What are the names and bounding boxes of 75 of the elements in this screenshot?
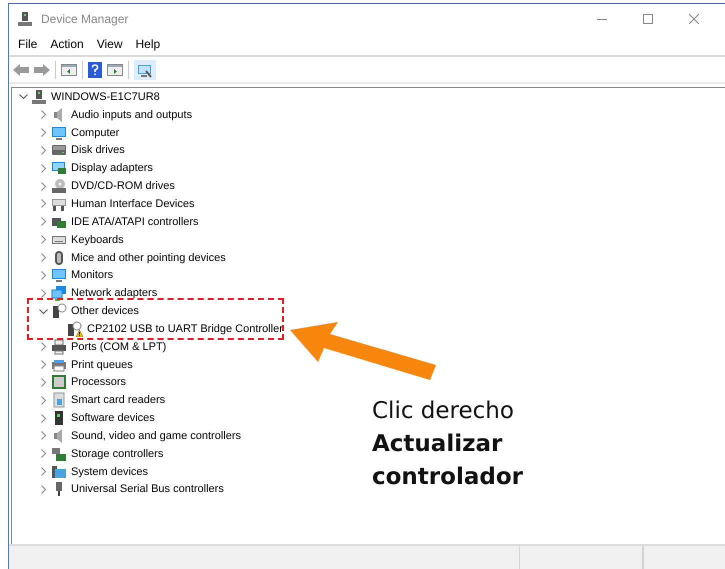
expand-chevron-icon[interactable] xyxy=(38,449,48,458)
forward-arrow-icon[interactable] xyxy=(34,62,50,76)
tree-item[interactable]: Keyboards xyxy=(71,234,124,246)
tree-item[interactable]: Network adapters xyxy=(71,287,158,300)
tree-item[interactable]: Disk drives xyxy=(71,144,125,156)
monitor-icon xyxy=(51,124,67,141)
tree-item[interactable]: Monitors xyxy=(71,269,114,282)
collapse-chevron-icon[interactable] xyxy=(38,306,48,316)
expand-chevron-icon[interactable] xyxy=(38,270,48,280)
console-tree-icon[interactable] xyxy=(61,62,77,76)
tree-item[interactable]: Sound, video and game controllers xyxy=(71,430,241,442)
expand-chevron-icon[interactable] xyxy=(38,342,48,352)
tree-item[interactable]: WINDOWS-E1C7UR8 xyxy=(51,90,160,103)
annotation-text: Clic derecho xyxy=(372,397,515,426)
help-icon[interactable] xyxy=(88,62,102,78)
menu-item[interactable]: File xyxy=(12,37,44,51)
tree-item[interactable]: DVD/CD-ROM drives xyxy=(71,180,175,192)
expand-chevron-icon[interactable] xyxy=(38,235,48,244)
tree-item[interactable]: Ports (COM & LPT) xyxy=(71,340,166,353)
menu-item[interactable]: View xyxy=(90,37,130,51)
expand-chevron-icon[interactable] xyxy=(38,360,48,370)
expand-chevron-icon[interactable] xyxy=(38,146,48,155)
expand-chevron-icon[interactable] xyxy=(38,217,48,226)
expand-chevron-icon[interactable] xyxy=(38,199,48,208)
expand-chevron-icon[interactable] xyxy=(38,128,48,138)
monitor-icon xyxy=(51,267,67,284)
tree-item[interactable]: Display adapters xyxy=(71,162,153,174)
collapse-chevron-icon[interactable] xyxy=(18,92,28,102)
tree-item[interactable]: Processors xyxy=(71,376,126,388)
close-icon[interactable] xyxy=(689,14,699,24)
annotation-text: controlador xyxy=(372,463,523,492)
expand-chevron-icon[interactable] xyxy=(38,182,48,191)
expand-chevron-icon[interactable] xyxy=(38,253,48,262)
folder-icon xyxy=(51,464,67,480)
tree-item[interactable]: IDE ATA/ATAPI controllers xyxy=(71,216,199,228)
tree-item[interactable]: CP2102 USB to UART Bridge Controller xyxy=(87,322,283,335)
menu-item[interactable]: Help xyxy=(130,37,168,51)
tree-item[interactable]: System devices xyxy=(71,466,148,478)
expand-chevron-icon[interactable] xyxy=(38,467,48,476)
tree-item[interactable]: Software devices xyxy=(71,412,155,424)
expand-chevron-icon[interactable] xyxy=(38,110,48,120)
tree-item[interactable]: Mice and other pointing devices xyxy=(71,252,226,264)
unknown-device-icon xyxy=(51,303,67,320)
printer-icon xyxy=(51,338,67,355)
chip-icon xyxy=(51,374,67,390)
tree-item[interactable]: Smart card readers xyxy=(71,394,166,406)
tree-item[interactable]: Audio inputs and outputs xyxy=(71,108,192,121)
tree-item[interactable]: Human Interface Devices xyxy=(71,198,194,210)
back-arrow-icon[interactable] xyxy=(13,62,29,76)
tree-item[interactable]: Storage controllers xyxy=(71,448,164,460)
computer-tower-icon xyxy=(31,88,47,105)
warning-device-icon xyxy=(67,320,83,337)
tree-item[interactable]: Computer xyxy=(71,126,120,139)
tree-item[interactable]: Other devices xyxy=(71,305,139,318)
tree-item[interactable]: Universal Serial Bus controllers xyxy=(71,483,224,496)
expand-chevron-icon[interactable] xyxy=(38,378,48,387)
display-card-icon xyxy=(51,160,67,176)
menu-item[interactable]: Action xyxy=(44,37,91,51)
computer-tower-icon xyxy=(17,10,33,26)
action-pane-icon[interactable] xyxy=(107,62,123,76)
expand-chevron-icon[interactable] xyxy=(38,484,48,494)
network-icon xyxy=(51,285,67,302)
expand-chevron-icon[interactable] xyxy=(38,288,48,298)
tree-item[interactable]: Print queues xyxy=(71,358,133,371)
expand-chevron-icon[interactable] xyxy=(38,414,48,423)
maximize-icon[interactable] xyxy=(643,14,653,24)
card-reader-icon xyxy=(51,392,67,408)
window-title: Device Manager xyxy=(41,12,128,26)
expand-chevron-icon[interactable] xyxy=(38,431,48,440)
disc-drive-icon xyxy=(51,178,67,194)
scan-hardware-button[interactable] xyxy=(134,60,156,80)
expand-chevron-icon[interactable] xyxy=(38,396,48,405)
expand-chevron-icon[interactable] xyxy=(38,164,48,173)
annotation-text: Actualizar xyxy=(372,430,504,459)
storage-controller-icon xyxy=(51,446,67,462)
